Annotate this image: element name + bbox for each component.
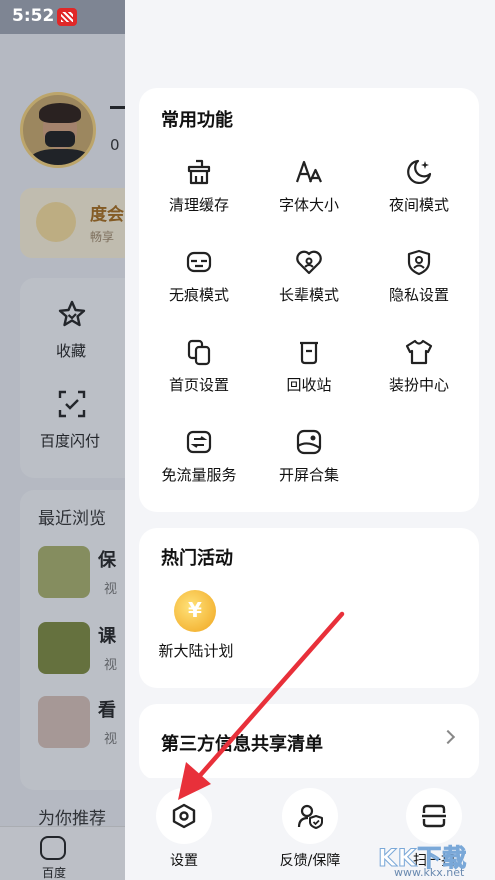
heart-icon xyxy=(296,250,322,275)
shirt-icon xyxy=(405,339,433,365)
settings-label: 设置 xyxy=(170,853,198,869)
night-mode-button[interactable]: 夜间模式 xyxy=(364,158,474,238)
data-card-icon xyxy=(186,430,212,454)
clean-cache-label: 清理缓存 xyxy=(168,196,229,214)
chevron-right-icon xyxy=(440,729,456,745)
scan-icon xyxy=(422,804,446,828)
incognito-mode-label: 无痕模式 xyxy=(168,286,229,304)
settings-button[interactable]: 设置 xyxy=(129,788,239,878)
homepage-settings-label: 首页设置 xyxy=(168,376,229,394)
third-party-sharing-list[interactable]: 第三方信息共享清单 xyxy=(139,704,479,780)
recycle-bin-button[interactable]: 回收站 xyxy=(254,338,364,418)
night-mode-label: 夜间模式 xyxy=(388,196,449,214)
free-data-service-label: 免流量服务 xyxy=(161,466,237,484)
clean-cache-button[interactable]: 清理缓存 xyxy=(144,158,254,238)
recycle-bin-label: 回收站 xyxy=(286,376,332,394)
homepage-icon xyxy=(187,339,211,366)
watermark-logo: KK下载 www.kkx.net xyxy=(376,838,494,880)
third-party-sharing-label: 第三方信息共享清单 xyxy=(161,734,323,755)
app-notification-icon xyxy=(57,8,77,26)
elder-mode-label: 长辈模式 xyxy=(278,286,339,304)
hot-activities-card: 热门活动 新大陆计划 xyxy=(139,528,479,688)
splash-collection-button[interactable]: 开屏合集 xyxy=(254,428,364,508)
common-functions-title: 常用功能 xyxy=(161,110,233,131)
new-continent-plan-button[interactable]: 新大陆计划 xyxy=(151,590,241,670)
gear-icon xyxy=(172,803,196,829)
splash-collection-label: 开屏合集 xyxy=(278,466,339,484)
privacy-settings-label: 隐私设置 xyxy=(388,286,449,304)
new-continent-plan-label: 新大陆计划 xyxy=(158,642,234,660)
incognito-mode-button[interactable]: 无痕模式 xyxy=(144,248,254,328)
clean-icon xyxy=(187,159,211,185)
common-functions-card: 常用功能 清理缓存 字体大小 夜间模式 无痕模式 长辈模式 隐私设置 首页设置 xyxy=(139,88,479,512)
coin-icon xyxy=(174,590,216,632)
user-shield-icon xyxy=(297,804,323,829)
watermark-url: www.kkx.net xyxy=(394,866,465,879)
shield-user-icon xyxy=(407,249,431,276)
font-size-button[interactable]: 字体大小 xyxy=(254,158,364,238)
font-size-icon xyxy=(295,160,322,183)
feedback-button[interactable]: 反馈/保障 xyxy=(255,788,365,878)
feedback-label: 反馈/保障 xyxy=(279,853,341,869)
splash-icon xyxy=(296,429,322,455)
trash-icon xyxy=(300,341,318,365)
font-size-label: 字体大小 xyxy=(278,196,339,214)
side-drawer: 常用功能 清理缓存 字体大小 夜间模式 无痕模式 长辈模式 隐私设置 首页设置 xyxy=(125,0,495,880)
theme-center-button[interactable]: 装扮中心 xyxy=(364,338,474,418)
elder-mode-button[interactable]: 长辈模式 xyxy=(254,248,364,328)
hot-activities-title: 热门活动 xyxy=(161,548,233,569)
homepage-settings-button[interactable]: 首页设置 xyxy=(144,338,254,418)
theme-center-label: 装扮中心 xyxy=(388,376,449,394)
privacy-settings-button[interactable]: 隐私设置 xyxy=(364,248,474,328)
scrim[interactable] xyxy=(0,0,125,880)
incognito-icon xyxy=(186,251,212,273)
free-data-service-button[interactable]: 免流量服务 xyxy=(144,428,254,508)
moon-icon xyxy=(407,159,432,184)
status-time: 5:52 xyxy=(12,6,55,26)
